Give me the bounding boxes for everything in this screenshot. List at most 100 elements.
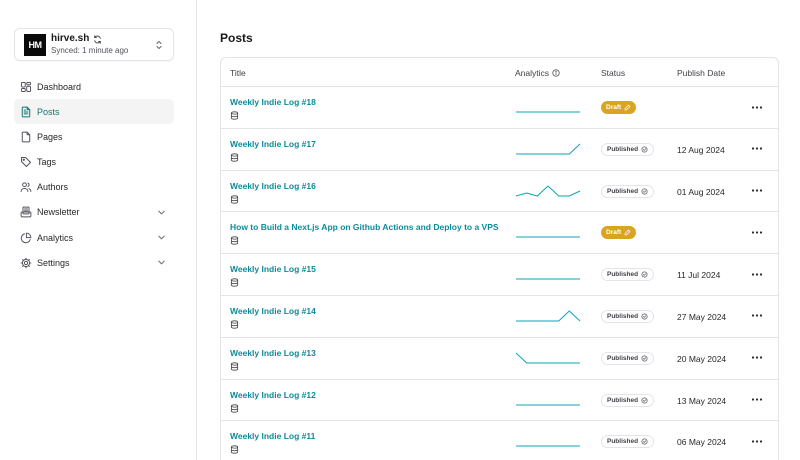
table-row[interactable]: Weekly Indie Log #17 Published 12 Aug 2024 (221, 129, 778, 171)
analytics-sparkline (516, 111, 580, 113)
sidebar-item-pages[interactable]: Pages (14, 124, 174, 149)
site-name-row: hirve.sh (51, 34, 154, 44)
site-switcher[interactable]: HM hirve.sh Synced: 1 minute ago (14, 28, 174, 61)
check-circle-icon (641, 313, 648, 320)
chevron-down-icon[interactable] (157, 258, 166, 267)
table-row[interactable]: Weekly Indie Log #15 Published 11 Jul 2024 (221, 254, 778, 296)
check-circle-icon (641, 188, 648, 195)
check-circle-icon (641, 146, 648, 153)
post-title-link[interactable]: Weekly Indie Log #11 (230, 431, 315, 441)
database-icon (230, 111, 239, 120)
sidebar-item-settings[interactable]: Settings (14, 250, 174, 275)
sidebar-item-posts[interactable]: Posts (14, 99, 174, 125)
table-row[interactable]: Weekly Indie Log #13 Published 20 May 2024 (221, 338, 778, 380)
sidebar-item-label: Settings (37, 257, 70, 268)
status-badge: Published (601, 435, 655, 449)
sidebar-item-label: Pages (37, 131, 63, 142)
table-row[interactable]: Weekly Indie Log #11 Published 06 May 2024 (221, 421, 778, 460)
table-row[interactable]: How to Build a Next.js App on Github Act… (221, 212, 778, 255)
post-title-link[interactable]: Weekly Indie Log #13 (230, 348, 316, 358)
table-header: Title Analytics Status Publish Date (221, 58, 778, 87)
sidebar-item-newsletter[interactable]: Newsletter (14, 200, 174, 225)
analytics-sparkline (516, 278, 580, 280)
status-label: Published (607, 145, 639, 153)
status-label: Published (607, 396, 639, 404)
more-actions-button[interactable] (749, 101, 765, 113)
check-circle-icon (641, 397, 648, 404)
analytics-sparkline (516, 404, 580, 406)
more-horizontal-icon (751, 189, 763, 192)
main-content: Posts Title Analytics Status Publish Dat… (220, 0, 780, 460)
publish-date: 01 Aug 2024 (677, 186, 725, 197)
post-title-link[interactable]: How to Build a Next.js App on Github Act… (230, 222, 499, 232)
sync-status: Synced: 1 minute ago (51, 46, 129, 55)
database-icon (230, 403, 239, 413)
pie-chart-icon (20, 232, 32, 243)
column-header-analytics-label: Analytics (515, 68, 550, 78)
site-meta: hirve.sh Synced: 1 minute ago (51, 34, 154, 55)
more-actions-button[interactable] (749, 352, 765, 364)
pencil-icon (624, 104, 631, 111)
sync-icon[interactable] (93, 34, 102, 44)
table-row[interactable]: Weekly Indie Log #16 Published 01 Aug 2024 (221, 171, 778, 213)
status-badge: Published (601, 309, 655, 323)
pencil-icon (624, 230, 631, 236)
sparkline-series (515, 352, 580, 364)
more-horizontal-icon (751, 105, 763, 109)
database-icon (230, 445, 239, 454)
more-horizontal-icon (751, 398, 763, 401)
post-title-link[interactable]: Weekly Indie Log #17 (230, 139, 316, 149)
status-label: Published (607, 312, 639, 320)
sidebar-item-tags[interactable]: Tags (14, 150, 174, 175)
sidebar-item-authors[interactable]: Authors (14, 175, 174, 200)
posts-table: Title Analytics Status Publish Date Week… (220, 57, 779, 460)
database-icon (230, 320, 239, 329)
post-title-link[interactable]: Weekly Indie Log #15 (230, 264, 316, 274)
status-badge: Published (601, 184, 655, 198)
sidebar-nav: Dashboard Posts Pages Tags Authors Newsletter… (14, 74, 174, 276)
publish-date: 27 May 2024 (677, 311, 727, 322)
sidebar-item-label: Dashboard (37, 81, 82, 92)
more-actions-button[interactable] (749, 310, 765, 322)
more-horizontal-icon (751, 356, 763, 359)
chevrons-up-down-icon (156, 40, 162, 49)
post-title-link[interactable]: Weekly Indie Log #12 (230, 390, 316, 400)
sidebar-item-label: Tags (37, 157, 57, 168)
post-title-link[interactable]: Weekly Indie Log #18 (230, 97, 316, 107)
info-icon[interactable] (552, 69, 560, 77)
analytics-sparkline (516, 236, 580, 238)
site-logo: HM (24, 33, 46, 56)
column-header-title: Title (230, 68, 246, 78)
status-badge: Published (601, 142, 655, 156)
table-body: Weekly Indie Log #18 Draft Weekly Indie Lo… (221, 87, 778, 460)
publish-date: 06 May 2024 (677, 437, 727, 448)
status-badge: Draft (601, 226, 637, 240)
more-actions-button[interactable] (749, 435, 765, 447)
status-badge: Published (601, 268, 655, 282)
table-row[interactable]: Weekly Indie Log #14 Published 27 May 2024 (221, 296, 778, 338)
column-header-date: Publish Date (677, 68, 726, 78)
more-actions-button[interactable] (749, 268, 765, 280)
check-circle-icon (641, 438, 648, 445)
more-actions-button[interactable] (749, 226, 765, 238)
table-row[interactable]: Weekly Indie Log #18 Draft (221, 87, 778, 129)
post-title-link[interactable]: Weekly Indie Log #16 (230, 181, 316, 191)
more-actions-button[interactable] (749, 185, 765, 197)
chevron-down-icon[interactable] (157, 208, 166, 217)
database-icon (230, 278, 239, 287)
analytics-sparkline (516, 310, 581, 322)
sidebar-item-label: Analytics (37, 232, 74, 243)
sidebar-item-analytics[interactable]: Analytics (14, 225, 174, 250)
chevron-down-icon[interactable] (157, 233, 166, 242)
status-badge: Published (601, 351, 655, 365)
post-title-link[interactable]: Weekly Indie Log #14 (230, 306, 316, 316)
sidebar-item-dashboard[interactable]: Dashboard (14, 74, 174, 99)
file-text-icon (21, 106, 31, 118)
more-actions-button[interactable] (749, 143, 765, 155)
page-title: Posts (220, 31, 253, 45)
more-actions-button[interactable] (749, 394, 765, 406)
sidebar-item-label: Authors (37, 182, 69, 193)
table-row[interactable]: Weekly Indie Log #12 Published 13 May 2024 (221, 380, 778, 422)
sparkline-series (515, 185, 581, 197)
status-label: Published (607, 187, 639, 195)
